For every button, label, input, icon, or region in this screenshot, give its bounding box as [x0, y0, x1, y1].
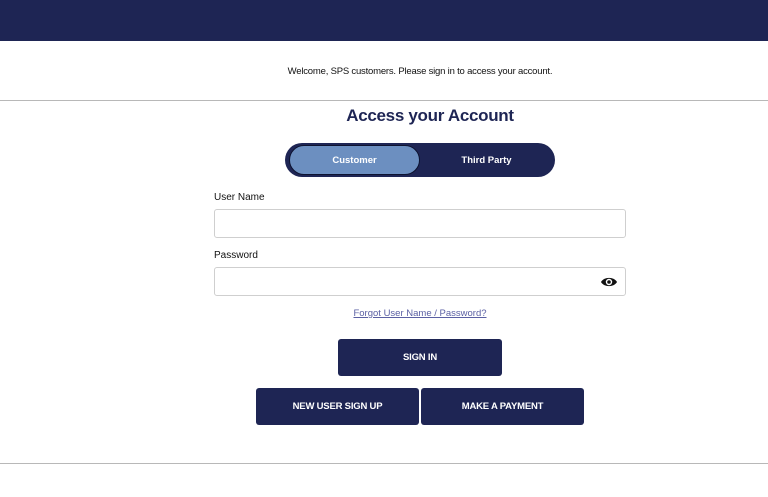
- password-input[interactable]: [214, 267, 626, 296]
- eye-icon[interactable]: [600, 275, 618, 289]
- make-a-payment-button[interactable]: MAKE A PAYMENT: [421, 388, 584, 425]
- password-label: Password: [214, 250, 258, 261]
- top-divider: [0, 100, 768, 101]
- toggle-third-party[interactable]: Third Party: [420, 145, 553, 175]
- toggle-customer[interactable]: Customer: [289, 145, 420, 175]
- welcome-message: Welcome, SPS customers. Please sign in t…: [287, 66, 553, 77]
- sign-in-button[interactable]: SIGN IN: [338, 339, 502, 376]
- bottom-divider: [0, 463, 768, 464]
- page-title: Access your Account: [346, 106, 514, 125]
- username-label: User Name: [214, 192, 265, 203]
- top-header-bar: [0, 0, 768, 41]
- new-user-sign-up-button[interactable]: NEW USER SIGN UP: [256, 388, 419, 425]
- username-input[interactable]: [214, 209, 626, 238]
- account-type-toggle: Customer Third Party: [285, 143, 555, 177]
- forgot-credentials-link[interactable]: Forgot User Name / Password?: [0, 308, 768, 319]
